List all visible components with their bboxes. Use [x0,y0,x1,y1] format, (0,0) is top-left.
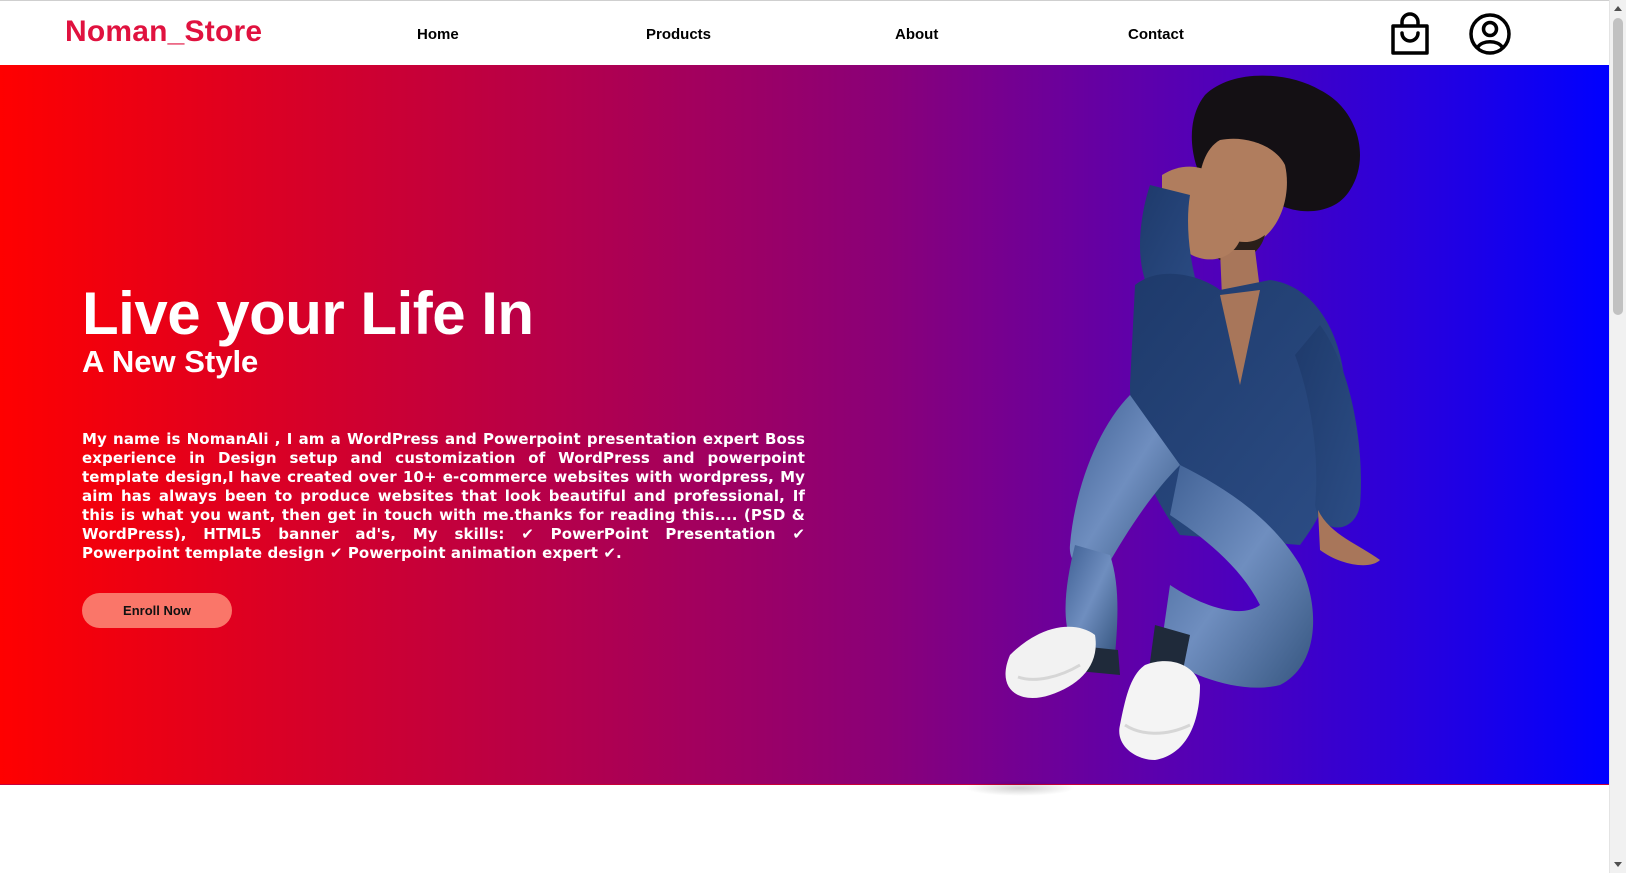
hero-image-shadow [965,780,1075,796]
scroll-down-arrow-icon[interactable] [1614,862,1622,867]
user-account-icon[interactable] [1467,11,1513,57]
site-logo[interactable]: Noman_Store [65,15,262,49]
top-navigation-bar: Noman_Store Home Products About Contact [0,0,1609,65]
hero-subtitle: A New Style [82,344,259,379]
shopping-bag-icon[interactable] [1387,11,1433,57]
nav-link-contact[interactable]: Contact [1128,26,1184,43]
hero-description: My name is NomanAli , I am a WordPress a… [82,430,805,562]
scrollbar-thumb[interactable] [1613,18,1623,315]
nav-link-products[interactable]: Products [646,26,711,43]
nav-link-home[interactable]: Home [417,26,459,43]
hero-title: Live your Life In [82,280,534,347]
enroll-now-button[interactable]: Enroll Now [82,593,232,628]
hero-banner: Live your Life In A New Style My name is… [0,65,1609,785]
scroll-up-arrow-icon[interactable] [1614,6,1622,11]
hero-model-image [1005,75,1380,760]
nav-link-about[interactable]: About [895,26,938,43]
page-scrollbar[interactable] [1609,0,1626,873]
